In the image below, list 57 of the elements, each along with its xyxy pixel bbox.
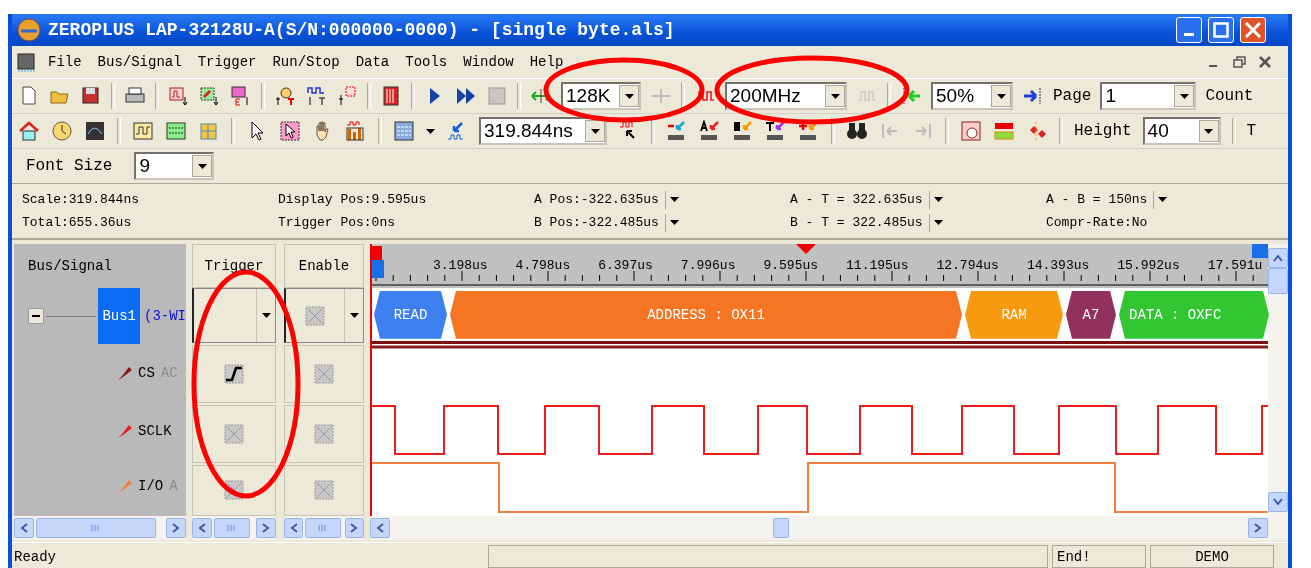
info-readout: A - T = 322.635us <box>790 192 923 208</box>
ruler-label: 7.996us <box>680 258 736 274</box>
bus-name[interactable]: Bus1 <box>98 288 140 345</box>
font-size-label: Font Size <box>26 157 113 176</box>
bus-segment: ADDRESS : OX11 <box>450 290 962 339</box>
info-readout: Compr-Rate:No <box>1046 215 1148 231</box>
count-label: Count <box>1205 87 1254 106</box>
column-header: Enable <box>298 257 350 274</box>
font-size-dropdown[interactable]: 9 <box>134 152 215 181</box>
menu-item[interactable]: Trigger <box>191 51 263 72</box>
info-readout: Total:655.36us <box>22 215 132 231</box>
zoom-dropdown[interactable]: 50% <box>931 82 1013 111</box>
bus-segment: DATA : OXFC <box>1119 290 1269 339</box>
ruler-label: 12.794us <box>936 258 999 274</box>
status-mode: DEMO <box>1150 545 1274 568</box>
column-header: Trigger <box>204 257 264 274</box>
info-readout: Display Pos:9.595us <box>278 192 427 208</box>
sample-rate-dropdown[interactable]: 200MHz <box>725 82 847 111</box>
ruler-label: 6.397us <box>598 258 653 274</box>
status-state: End! <box>1052 545 1146 568</box>
bus-segment: A7 <box>1066 290 1116 339</box>
menu-item[interactable]: Run/Stop <box>266 51 346 72</box>
info-readout: Trigger Pos:0ns <box>278 215 396 231</box>
signal-name[interactable]: SCLK <box>138 423 172 440</box>
window-title: ZEROPLUS LAP-32128U-A(S/N:000000-0000) - [single byte.als] <box>48 19 676 40</box>
info-readout: A Pos:-322.635us <box>534 192 659 208</box>
bus-description: (3-WI <box>144 308 186 325</box>
ruler-label: 15.992us <box>1117 258 1180 274</box>
toolbar-label: T <box>1246 122 1257 141</box>
ruler-label: 17.591u <box>1207 258 1263 274</box>
ruler-label: 11.195us <box>846 258 909 274</box>
bus-segment: RAM <box>965 290 1063 339</box>
ruler-label: 9.595us <box>763 258 819 274</box>
buffer-size-dropdown[interactable]: 128K <box>561 82 641 111</box>
menu-item[interactable]: File <box>42 51 88 72</box>
info-readout: B - T = 322.485us <box>790 215 923 231</box>
height-label: Height <box>1074 122 1132 141</box>
menu-item[interactable]: Tools <box>399 51 454 72</box>
info-readout: A - B = 150ns <box>1046 192 1148 208</box>
ruler-label: 14.393us <box>1026 258 1090 274</box>
page-dropdown[interactable]: 1 <box>1100 82 1197 111</box>
signal-name[interactable]: I/O <box>138 478 164 495</box>
page-label: Page <box>1053 87 1092 106</box>
column-header: Bus/Signal <box>28 258 112 275</box>
info-readout: B Pos:-322.485us <box>534 215 659 231</box>
menu-item[interactable]: Help <box>523 51 570 72</box>
menu-item[interactable]: Bus/Signal <box>91 51 188 72</box>
signal-name[interactable]: CS <box>138 365 155 382</box>
ruler-label: 3.198us <box>433 258 488 274</box>
status-message: Ready <box>14 547 57 567</box>
scale-dropdown[interactable]: 319.844ns <box>479 117 607 146</box>
ruler-label: 4.798us <box>515 258 571 274</box>
height-dropdown[interactable]: 40 <box>1142 117 1221 146</box>
menu-item[interactable]: Window <box>457 51 520 72</box>
menu-item[interactable]: Data <box>349 51 396 72</box>
bus-segment: READ <box>374 290 447 339</box>
info-readout: Scale:319.844ns <box>22 192 140 208</box>
